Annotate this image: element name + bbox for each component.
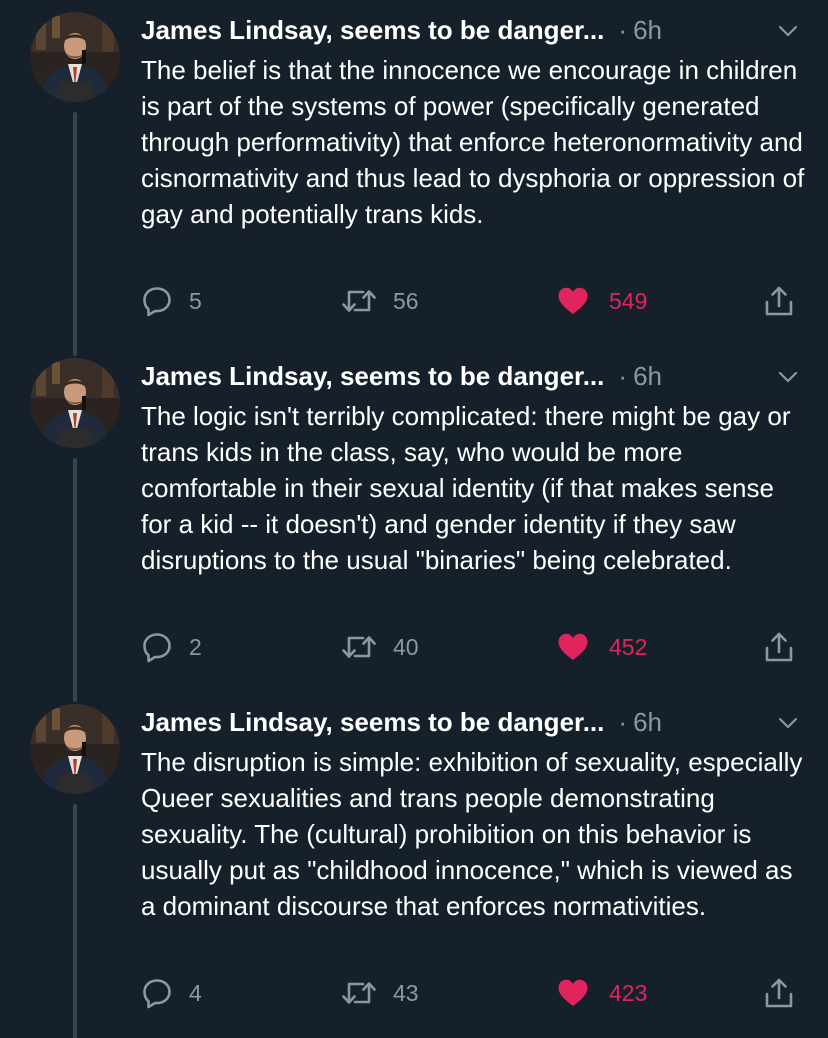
share-button[interactable]: [763, 283, 795, 319]
retweet-button[interactable]: 56: [341, 283, 419, 319]
reply-count: 5: [189, 287, 202, 314]
tweet-text: The logic isn't terribly complicated: th…: [141, 401, 791, 575]
tweet-header: James Lindsay, seems to be danger... · 6h: [141, 356, 801, 396]
thread-connector: [73, 804, 77, 1038]
tweet[interactable]: James Lindsay, seems to be danger... · 6h …: [0, 346, 828, 702]
avatar-photo: [30, 704, 120, 794]
tweet-text: The disruption is simple: exhibition of …: [141, 747, 803, 921]
share-button[interactable]: [763, 975, 795, 1011]
reply-button[interactable]: 4: [141, 975, 202, 1011]
author-name[interactable]: James Lindsay, seems to be danger...: [141, 15, 604, 45]
thread-connector: [73, 112, 77, 356]
timestamp[interactable]: 6h: [633, 707, 662, 737]
like-button[interactable]: 549: [557, 283, 647, 319]
tweet-actions: 5 56 549: [141, 283, 801, 319]
share-icon: [763, 285, 795, 317]
retweet-icon: [341, 978, 377, 1008]
retweet-count: 43: [393, 979, 419, 1006]
reply-button[interactable]: 5: [141, 283, 202, 319]
avatar[interactable]: [30, 12, 120, 102]
thread-connector: [73, 458, 77, 702]
heart-icon: [557, 286, 589, 316]
avatar-photo: [30, 358, 120, 448]
chevron-down-icon[interactable]: [777, 712, 799, 734]
reply-count: 2: [189, 633, 202, 660]
chevron-down-icon[interactable]: [777, 20, 799, 42]
tweet-actions: 4 43 423: [141, 975, 801, 1011]
retweet-button[interactable]: 43: [341, 975, 419, 1011]
tweet-actions: 2 40 452: [141, 629, 801, 665]
share-icon: [763, 977, 795, 1009]
reply-icon: [141, 285, 173, 317]
like-count: 549: [609, 287, 648, 314]
timestamp[interactable]: 6h: [633, 361, 662, 391]
chevron-down-icon[interactable]: [777, 366, 799, 388]
avatar[interactable]: [30, 358, 120, 448]
heart-icon: [557, 632, 589, 662]
like-count: 423: [609, 979, 648, 1006]
separator-dot: ·: [618, 707, 628, 737]
reply-icon: [141, 977, 173, 1009]
retweet-count: 56: [393, 287, 419, 314]
tweet-header: James Lindsay, seems to be danger... · 6h: [141, 10, 801, 50]
tweet[interactable]: James Lindsay, seems to be danger... · 6h …: [0, 692, 828, 1038]
author-name[interactable]: James Lindsay, seems to be danger...: [141, 707, 604, 737]
timestamp[interactable]: 6h: [633, 15, 662, 45]
avatar[interactable]: [30, 704, 120, 794]
retweet-icon: [341, 632, 377, 662]
retweet-count: 40: [393, 633, 419, 660]
like-button[interactable]: 423: [557, 975, 647, 1011]
tweet[interactable]: James Lindsay, seems to be danger... · 6h …: [0, 0, 828, 356]
heart-icon: [557, 978, 589, 1008]
like-button[interactable]: 452: [557, 629, 647, 665]
separator-dot: ·: [618, 15, 628, 45]
avatar-photo: [30, 12, 120, 102]
reply-icon: [141, 631, 173, 663]
tweet-header: James Lindsay, seems to be danger... · 6h: [141, 702, 801, 742]
like-count: 452: [609, 633, 648, 660]
share-button[interactable]: [763, 629, 795, 665]
retweet-icon: [341, 286, 377, 316]
retweet-button[interactable]: 40: [341, 629, 419, 665]
author-name[interactable]: James Lindsay, seems to be danger...: [141, 361, 604, 391]
separator-dot: ·: [618, 361, 628, 391]
tweet-thread: James Lindsay, seems to be danger... · 6h …: [0, 0, 828, 1038]
reply-count: 4: [189, 979, 202, 1006]
tweet-text: The belief is that the innocence we enco…: [141, 55, 805, 229]
reply-button[interactable]: 2: [141, 629, 202, 665]
share-icon: [763, 631, 795, 663]
